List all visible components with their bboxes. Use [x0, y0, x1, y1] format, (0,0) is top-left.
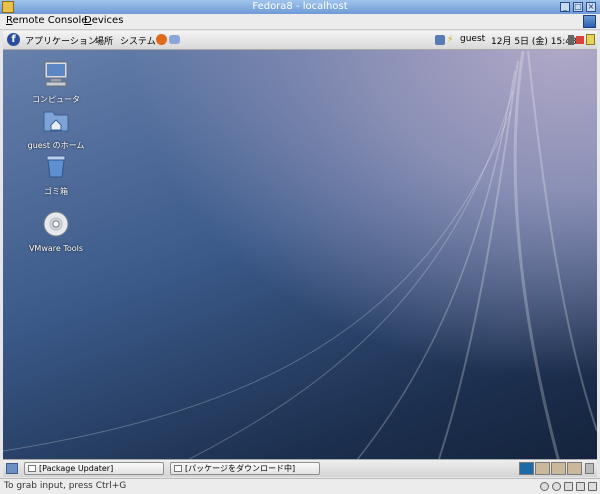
workspace-2[interactable] — [535, 462, 550, 475]
panel-menu-system[interactable]: システム — [120, 34, 156, 47]
mail-icon[interactable] — [169, 35, 180, 44]
desktop-icon-label: guest のホーム — [27, 141, 85, 150]
power-icon[interactable] — [576, 36, 584, 44]
fedora-logo-icon[interactable]: f — [7, 33, 20, 46]
desktop-icon-home[interactable]: guest のホーム — [16, 105, 96, 151]
panel-menu-applications[interactable]: アプリケーション — [25, 34, 97, 47]
window-title: Fedora8 - localhost — [252, 1, 348, 12]
guest-bottom-panel: [Package Updater] [パッケージをダウンロード中] — [3, 459, 597, 477]
window-titlebar: Fedora8 - localhost _ □ × — [0, 0, 600, 15]
close-button[interactable]: × — [586, 2, 596, 12]
panel-clock[interactable]: 12月 5日 (金) 15:48 — [491, 34, 577, 47]
trash-icon — [46, 155, 66, 178]
home-folder-icon — [43, 111, 69, 132]
menubar: Remote Console Devices — [0, 14, 600, 30]
panel-username[interactable]: guest — [460, 34, 485, 44]
show-desktop-icon[interactable] — [6, 463, 18, 474]
desktop-icon-computer[interactable]: コンピュータ — [16, 59, 96, 105]
device-floppy-icon[interactable] — [552, 482, 561, 491]
device-network-icon[interactable] — [564, 482, 573, 491]
panel-menu-places[interactable]: 場所 — [95, 34, 113, 47]
fullscreen-icon[interactable] — [583, 15, 596, 28]
guest-screen[interactable]: f アプリケーション 場所 システム ⚡ guest 12月 5日 (金) 15… — [3, 31, 597, 477]
updater-icon[interactable] — [435, 35, 445, 45]
menu-remote-console[interactable]: Remote Console — [6, 15, 87, 26]
statusbar-hint: To grab input, press Ctrl+G — [4, 481, 127, 491]
maximize-button[interactable]: □ — [573, 2, 583, 12]
desktop-icon-label: ゴミ箱 — [44, 187, 68, 196]
taskbar-item-label: [パッケージをダウンロード中] — [185, 464, 296, 473]
desktop-icon-label: VMware Tools — [28, 244, 84, 253]
device-sound-icon[interactable] — [588, 482, 597, 491]
desktop-icon-label: コンピュータ — [32, 95, 80, 104]
device-cdrom-icon[interactable] — [540, 482, 549, 491]
minimize-button[interactable]: _ — [560, 2, 570, 12]
taskbar-item-downloading[interactable]: [パッケージをダウンロード中] — [170, 462, 320, 475]
cdrom-icon — [43, 211, 69, 237]
device-usb-icon[interactable] — [576, 482, 585, 491]
taskbar-item-package-updater[interactable]: [Package Updater] — [24, 462, 164, 475]
desktop-icon-vmware-tools[interactable]: VMware Tools — [16, 209, 96, 253]
package-icon — [28, 465, 36, 472]
volume-icon[interactable] — [568, 35, 574, 45]
workspace-1[interactable] — [519, 462, 534, 475]
window-icon — [174, 465, 182, 472]
notes-icon[interactable] — [586, 34, 595, 45]
desktop-icon-trash[interactable]: ゴミ箱 — [16, 151, 96, 197]
statusbar: To grab input, press Ctrl+G — [0, 478, 600, 494]
firefox-icon[interactable] — [156, 34, 167, 45]
workspace-4[interactable] — [567, 462, 582, 475]
taskbar-item-label: [Package Updater] — [39, 464, 114, 473]
network-icon[interactable]: ⚡ — [447, 35, 455, 45]
computer-icon — [44, 61, 68, 87]
workspace-3[interactable] — [551, 462, 566, 475]
menu-devices[interactable]: Devices — [84, 15, 123, 26]
guest-top-panel: f アプリケーション 場所 システム ⚡ guest 12月 5日 (金) 15… — [3, 31, 597, 50]
trash-applet-icon[interactable] — [585, 463, 594, 474]
